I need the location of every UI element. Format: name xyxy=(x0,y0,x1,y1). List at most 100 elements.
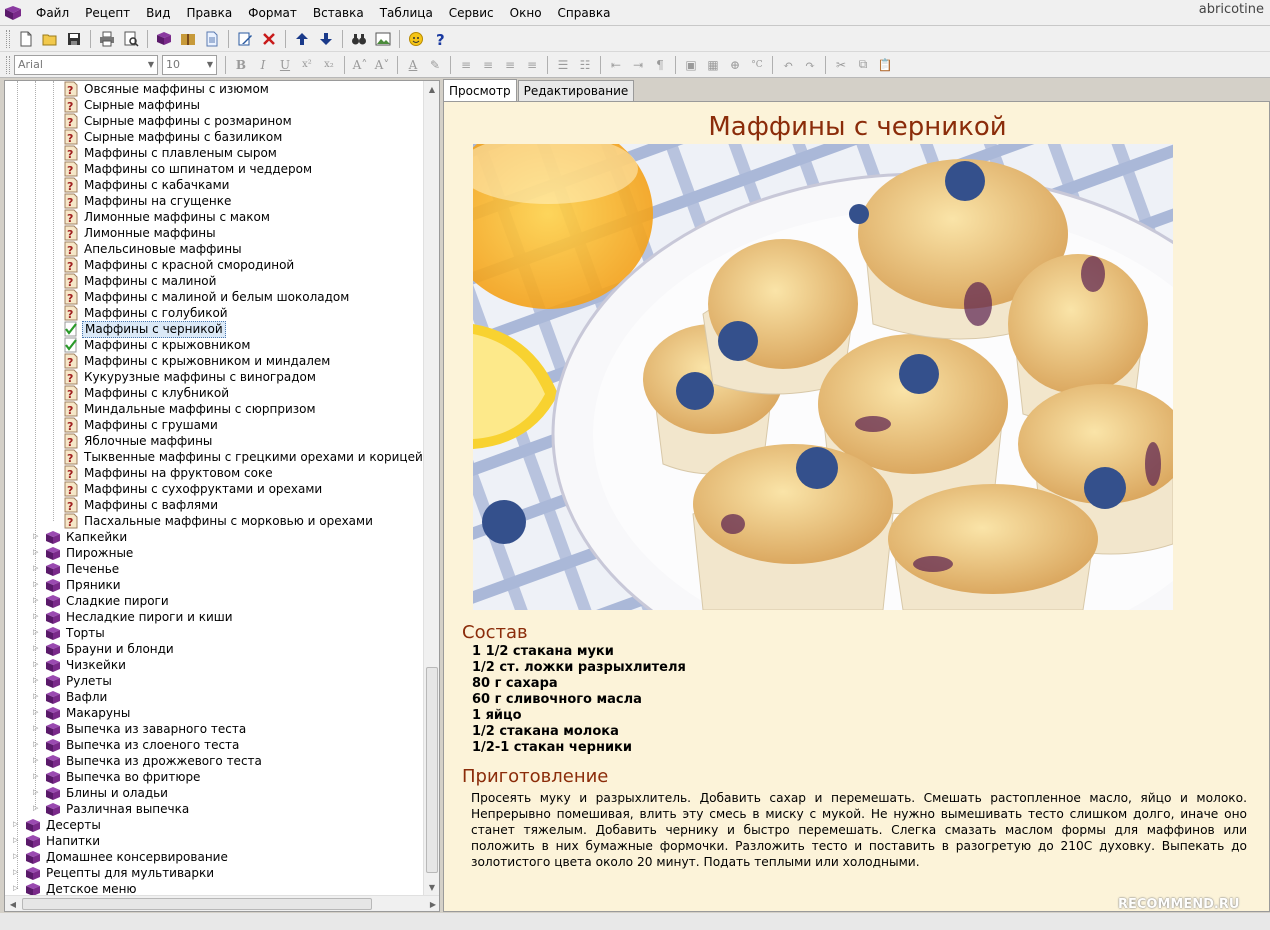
tree-item-recipe[interactable]: ? Маффины с кабачками xyxy=(63,177,231,193)
menu-item[interactable]: Правка xyxy=(179,0,241,26)
tree-item-recipe[interactable]: ? Маффины с голубикой xyxy=(63,305,230,321)
expand-arrow-icon[interactable]: ▷ xyxy=(33,580,38,588)
tree-item-category[interactable]: Рецепты для мультиварки xyxy=(25,865,216,881)
scroll-down-icon[interactable]: ▼ xyxy=(424,879,439,895)
expand-arrow-icon[interactable]: ▷ xyxy=(33,644,38,652)
tree-vertical-scrollbar[interactable]: ▲ ▼ xyxy=(423,81,439,895)
tree-item-recipe[interactable]: ? Маффины с клубникой xyxy=(63,385,231,401)
smiley-icon[interactable] xyxy=(405,28,427,50)
align-center-icon[interactable]: ≡ xyxy=(477,54,499,76)
tree-item-recipe[interactable]: ? Сырные маффины с розмарином xyxy=(63,113,294,129)
tree-item-recipe[interactable]: ? Маффины с крыжовником и миндалем xyxy=(63,353,332,369)
menu-item[interactable]: Формат xyxy=(240,0,305,26)
underline-icon[interactable]: U xyxy=(274,54,296,76)
open-folder-icon[interactable] xyxy=(39,28,61,50)
expand-arrow-icon[interactable]: ▷ xyxy=(13,852,18,860)
tree-item-category[interactable]: Выпечка из дрожжевого теста xyxy=(45,753,264,769)
tree-item-recipe[interactable]: ? Яблочные маффины xyxy=(63,433,214,449)
tree-item-category[interactable]: Напитки xyxy=(25,833,102,849)
scroll-up-icon[interactable]: ▲ xyxy=(424,81,439,97)
expand-arrow-icon[interactable]: ▷ xyxy=(33,676,38,684)
menu-item[interactable]: Рецепт xyxy=(77,0,138,26)
expand-arrow-icon[interactable]: ▷ xyxy=(33,708,38,716)
insert-link-icon[interactable]: ⊕ xyxy=(724,54,746,76)
tab-preview[interactable]: Просмотр xyxy=(443,79,517,101)
tree-item-recipe[interactable]: ? Лимонные маффины xyxy=(63,225,218,241)
tree-item-recipe[interactable]: ? Сырные маффины xyxy=(63,97,202,113)
expand-arrow-icon[interactable]: ▷ xyxy=(33,548,38,556)
expand-arrow-icon[interactable]: ▷ xyxy=(33,756,38,764)
print-preview-icon[interactable] xyxy=(120,28,142,50)
expand-arrow-icon[interactable]: ▷ xyxy=(13,868,18,876)
font-size-select[interactable]: 10 ▼ xyxy=(162,54,217,75)
open-book-icon[interactable] xyxy=(177,28,199,50)
paragraph-icon[interactable]: ¶ xyxy=(649,54,671,76)
indent-icon[interactable]: ⇥ xyxy=(627,54,649,76)
tree-item-recipe[interactable]: ? Маффины с сухофруктами и орехами xyxy=(63,481,324,497)
tree-item-category[interactable]: Несладкие пироги и киши xyxy=(45,609,235,625)
tree-item-recipe[interactable]: ? Маффины с плавленым сыром xyxy=(63,145,279,161)
expand-arrow-icon[interactable]: ▷ xyxy=(13,820,18,828)
tree-item-recipe[interactable]: ? Апельсиновые маффины xyxy=(63,241,244,257)
tree-item-category[interactable]: Десерты xyxy=(25,817,103,833)
insert-symbol-icon[interactable]: °C xyxy=(746,54,768,76)
paste-icon[interactable]: 📋 xyxy=(874,54,896,76)
tree-horizontal-scrollbar[interactable]: ◀ ▶ xyxy=(5,895,439,911)
copy-icon[interactable]: ⧉ xyxy=(852,54,874,76)
delete-icon[interactable] xyxy=(258,28,280,50)
tree-item-category[interactable]: Капкейки xyxy=(45,529,129,545)
redo-icon[interactable]: ↷ xyxy=(799,54,821,76)
tree-item-recipe[interactable]: ? Маффины со шпинатом и чеддером xyxy=(63,161,314,177)
tree-item-recipe[interactable]: ? Пасхальные маффины с морковью и орехами xyxy=(63,513,375,529)
align-justify-icon[interactable]: ≡ xyxy=(521,54,543,76)
tree-item-recipe[interactable]: ? Маффины с малиной xyxy=(63,273,218,289)
expand-arrow-icon[interactable]: ▷ xyxy=(33,596,38,604)
menu-item[interactable]: Таблица xyxy=(372,0,441,26)
print-icon[interactable] xyxy=(96,28,118,50)
image-icon[interactable] xyxy=(372,28,394,50)
tree-item-category[interactable]: Различная выпечка xyxy=(45,801,191,817)
edit-icon[interactable] xyxy=(234,28,256,50)
tree-item-recipe[interactable]: ? Кукурузные маффины с виноградом xyxy=(63,369,318,385)
menu-item[interactable]: Вид xyxy=(138,0,178,26)
outdent-icon[interactable]: ⇤ xyxy=(605,54,627,76)
book-icon[interactable] xyxy=(153,28,175,50)
insert-image-icon[interactable]: ▣ xyxy=(680,54,702,76)
tree-item-recipe[interactable]: ? Маффины с грушами xyxy=(63,417,220,433)
undo-icon[interactable]: ↶ xyxy=(777,54,799,76)
tree-item-category[interactable]: Чизкейки xyxy=(45,657,128,673)
tree-item-recipe[interactable]: Маффины с крыжовником xyxy=(63,337,252,353)
scroll-thumb[interactable] xyxy=(22,898,372,910)
tree-item-category[interactable]: Вафли xyxy=(45,689,109,705)
align-left-icon[interactable]: ≡ xyxy=(455,54,477,76)
expand-arrow-icon[interactable]: ▷ xyxy=(33,804,38,812)
tree-item-category[interactable]: Макаруны xyxy=(45,705,132,721)
grow-font-icon[interactable]: A˄ xyxy=(349,54,371,76)
tree-item-category[interactable]: Блины и оладьи xyxy=(45,785,170,801)
shrink-font-icon[interactable]: A˅ xyxy=(371,54,393,76)
scroll-left-icon[interactable]: ◀ xyxy=(5,896,21,911)
tree-item-selected[interactable]: Маффины с черникой xyxy=(63,320,226,338)
tree-item-category[interactable]: Выпечка во фритюре xyxy=(45,769,202,785)
new-file-icon[interactable] xyxy=(15,28,37,50)
help-icon[interactable]: ? xyxy=(429,28,451,50)
tree-item-recipe[interactable]: ? Маффины с малиной и белым шоколадом xyxy=(63,289,351,305)
expand-arrow-icon[interactable]: ▷ xyxy=(33,772,38,780)
tree-item-recipe[interactable]: ? Миндальные маффины с сюрпризом xyxy=(63,401,318,417)
subscript-icon[interactable]: x₂ xyxy=(318,54,340,76)
expand-arrow-icon[interactable]: ▷ xyxy=(33,788,38,796)
tree-item-category[interactable]: Печенье xyxy=(45,561,121,577)
text-color-icon[interactable]: A xyxy=(402,54,424,76)
tree-item-recipe[interactable]: ? Маффины с красной смородиной xyxy=(63,257,296,273)
arrow-down-icon[interactable] xyxy=(315,28,337,50)
toolbar-grip[interactable] xyxy=(6,55,10,74)
scroll-right-icon[interactable]: ▶ xyxy=(425,896,439,911)
insert-table-icon[interactable]: ▦ xyxy=(702,54,724,76)
menu-item[interactable]: Файл xyxy=(28,0,77,26)
tab-edit[interactable]: Редактирование xyxy=(517,80,635,101)
expand-arrow-icon[interactable]: ▷ xyxy=(33,724,38,732)
expand-arrow-icon[interactable]: ▷ xyxy=(33,740,38,748)
menu-item[interactable]: Сервис xyxy=(441,0,502,26)
toolbar-grip[interactable] xyxy=(6,29,10,48)
font-name-select[interactable]: Arial ▼ xyxy=(14,54,158,75)
